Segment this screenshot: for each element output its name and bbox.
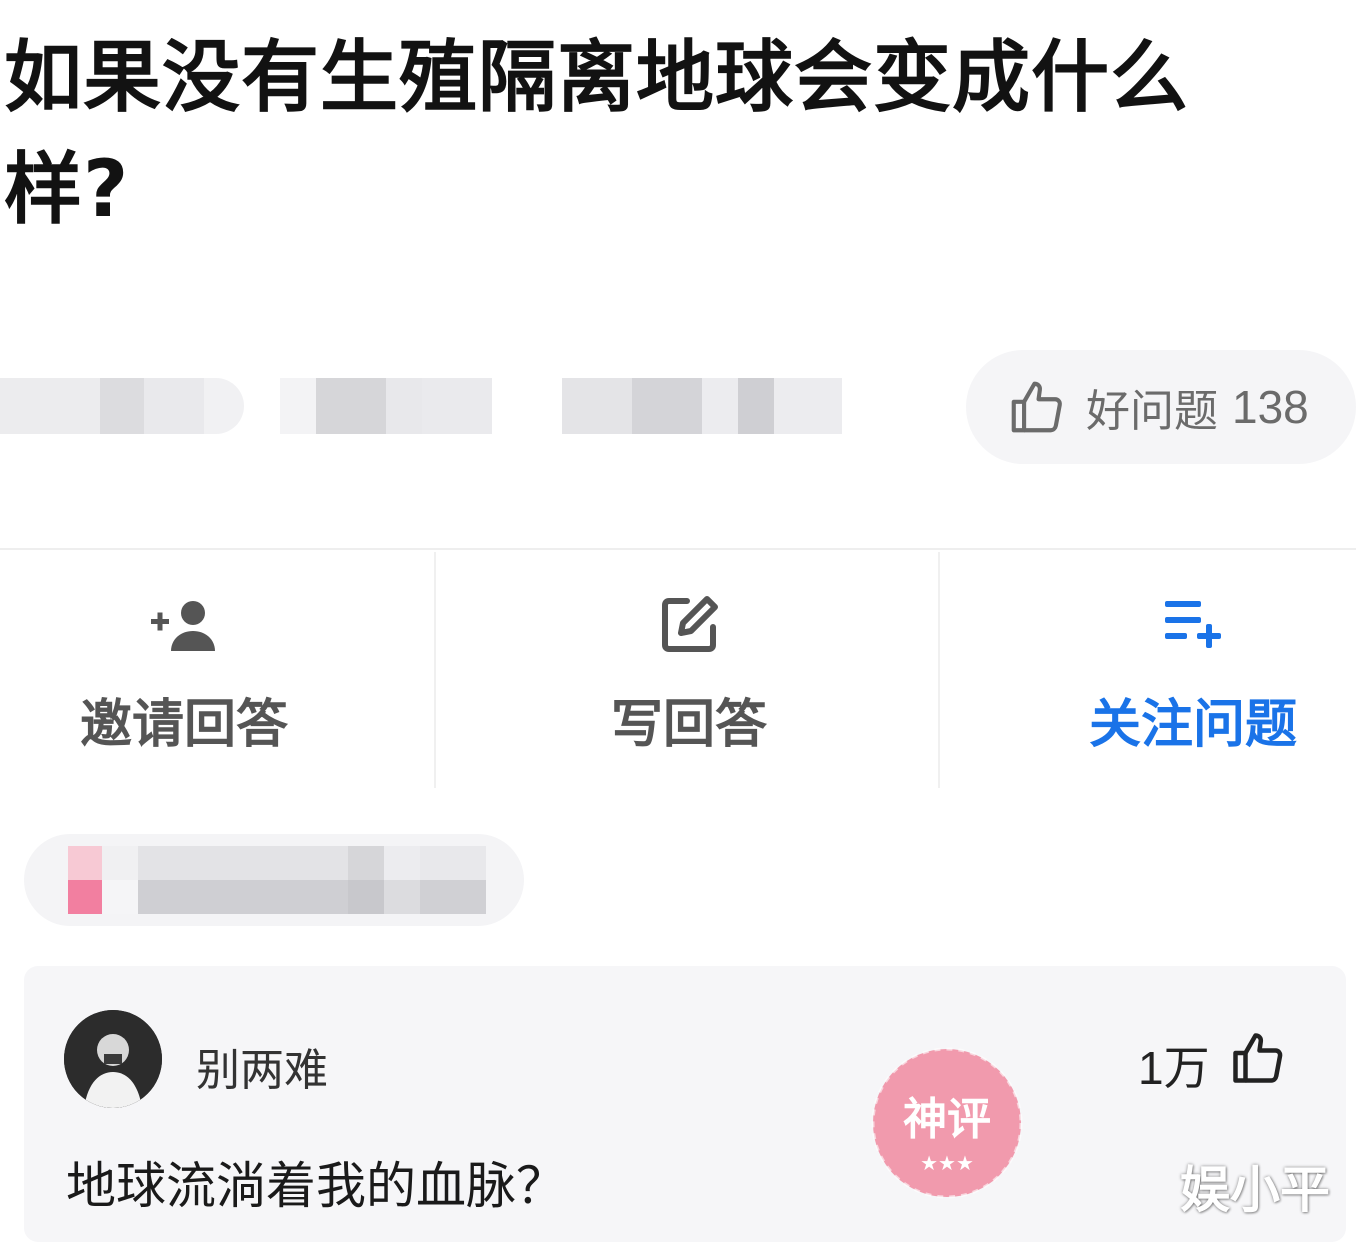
invite-answer-label: 邀请回答 bbox=[79, 695, 288, 755]
add-list-icon bbox=[1165, 601, 1221, 648]
stamp-label: 神评 bbox=[903, 1094, 991, 1145]
good-question-count: 138 bbox=[1232, 381, 1309, 433]
write-answer-label: 写回答 bbox=[610, 695, 767, 755]
author-name[interactable]: 别两难 bbox=[196, 1034, 328, 1098]
question-title: 如果没有生殖隔离地球会变成什么样? bbox=[4, 33, 1190, 235]
thumbs-up-icon bbox=[1011, 381, 1062, 433]
watermark: 娱小平 bbox=[1180, 1161, 1330, 1219]
topic-tag[interactable] bbox=[562, 378, 842, 434]
good-question-label: 好问题 bbox=[1086, 387, 1218, 436]
answer-text: 地球流淌着我的血脉？ bbox=[66, 1157, 566, 1215]
like-count: 1万 bbox=[1138, 1042, 1210, 1094]
follow-question-button[interactable]: 关注问题 bbox=[1030, 560, 1356, 780]
answer-card[interactable]: 别两难 神评 ★★★ 1万 地球流淌着我的血脉？ bbox=[24, 966, 1346, 1242]
stamp-icon: 神评 ★★★ bbox=[871, 1047, 1023, 1199]
topic-tag[interactable] bbox=[280, 378, 492, 434]
add-user-icon bbox=[151, 601, 215, 651]
svg-text:★★★: ★★★ bbox=[920, 1151, 974, 1175]
thumbs-up-icon[interactable] bbox=[1228, 1028, 1288, 1088]
avatar[interactable] bbox=[64, 1010, 162, 1108]
topic-tag[interactable] bbox=[0, 378, 244, 434]
divider bbox=[0, 548, 1356, 550]
edit-icon bbox=[662, 596, 718, 652]
good-question-button[interactable]: 好问题 138 bbox=[966, 350, 1356, 464]
blurred-banner[interactable] bbox=[24, 834, 524, 926]
invite-answer-button[interactable]: 邀请回答 bbox=[0, 560, 368, 780]
write-answer-button[interactable]: 写回答 bbox=[436, 560, 942, 780]
follow-question-label: 关注问题 bbox=[1088, 695, 1297, 755]
